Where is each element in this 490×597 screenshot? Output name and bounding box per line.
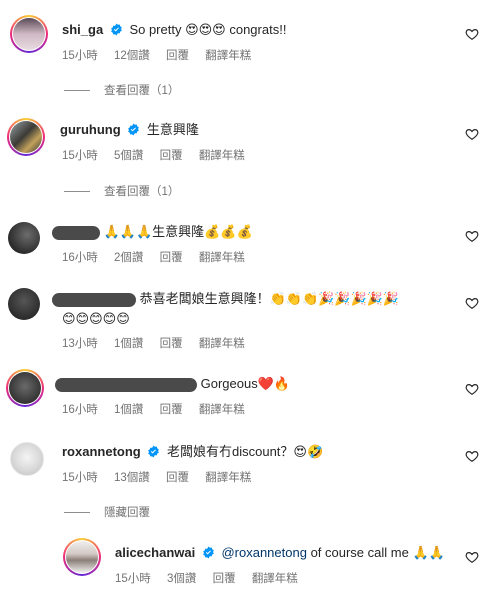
comment-redacted-2: 恭喜老闆娘生意興隆！👏👏👏🎉🎉🎉🎉🎉 😊😊😊😊😊 13小時 1個讚 回覆 翻譯年… (0, 280, 490, 355)
like-heart-icon[interactable] (465, 449, 479, 463)
avatar[interactable] (10, 121, 42, 153)
comment-text: Gorgeous❤️🔥 (200, 376, 291, 391)
reply-button[interactable]: 回覆 (160, 150, 183, 162)
reply-button[interactable]: 回覆 (160, 404, 183, 416)
comment-likes[interactable]: 3個讚 (167, 573, 196, 585)
translate-button[interactable]: 翻譯年糕 (252, 573, 298, 585)
verified-badge-icon (111, 23, 122, 36)
avatar[interactable] (66, 541, 98, 573)
story-ring[interactable] (10, 15, 48, 53)
reply-button[interactable]: 回覆 (166, 472, 189, 484)
like-heart-icon[interactable] (465, 296, 479, 310)
like-heart-icon[interactable] (465, 382, 479, 396)
comment-time[interactable]: 15小時 (115, 573, 151, 585)
avatar[interactable] (10, 442, 44, 476)
redacted-username (52, 292, 136, 307)
like-heart-icon[interactable] (465, 127, 479, 141)
comment-username[interactable]: guruhung (60, 122, 121, 137)
translate-button[interactable]: 翻譯年糕 (205, 472, 251, 484)
comment-shi-ga: shi_ga So pretty 😍😍😍 congrats!! 15小時 12個… (0, 0, 490, 97)
comment-likes[interactable]: 1個讚 (114, 404, 143, 416)
translate-button[interactable]: 翻譯年糕 (199, 252, 245, 264)
comment-likes[interactable]: 12個讚 (114, 50, 150, 62)
story-ring[interactable] (6, 369, 44, 407)
story-ring[interactable] (7, 118, 45, 156)
hide-replies-button[interactable]: 隱藏回覆 (64, 504, 150, 520)
view-replies-button[interactable]: 查看回覆（1） (64, 82, 179, 98)
translate-button[interactable]: 翻譯年糕 (199, 404, 245, 416)
comment-time[interactable]: 16小時 (62, 252, 98, 264)
comment-time[interactable]: 15小時 (62, 472, 98, 484)
comment-text: 🙏🙏🙏生意興隆💰💰💰 (103, 224, 253, 239)
comment-text: 生意興隆 (146, 122, 199, 137)
reply-button[interactable]: 回覆 (160, 338, 183, 350)
avatar[interactable] (8, 222, 40, 254)
avatar[interactable] (13, 18, 45, 50)
avatar[interactable] (8, 288, 40, 320)
comment-likes[interactable]: 2個讚 (114, 252, 143, 264)
comment-likes[interactable]: 5個讚 (114, 150, 143, 162)
reply-button[interactable]: 回覆 (160, 252, 183, 264)
translate-button[interactable]: 翻譯年糕 (199, 150, 245, 162)
comment-likes[interactable]: 1個讚 (114, 338, 143, 350)
like-heart-icon[interactable] (465, 27, 479, 41)
comment-time[interactable]: 15小時 (62, 150, 98, 162)
comment-time[interactable]: 15小時 (62, 50, 98, 62)
verified-badge-icon (148, 445, 160, 458)
redacted-username (55, 377, 197, 392)
like-heart-icon[interactable] (465, 229, 479, 243)
comment-text: of course call me 🙏🙏 (306, 545, 445, 560)
comment-username[interactable]: alicechanwai (115, 545, 195, 560)
comment-time[interactable]: 13小時 (62, 338, 98, 350)
view-replies-button[interactable]: 查看回覆（1） (64, 183, 179, 199)
story-ring[interactable] (63, 538, 101, 576)
like-heart-icon[interactable] (465, 550, 479, 564)
reply-button[interactable]: 回覆 (166, 50, 189, 62)
comment-time[interactable]: 16小時 (62, 404, 98, 416)
reply-button[interactable]: 回覆 (213, 573, 236, 585)
reply-alicechanwai: alicechanwai @roxannetong of course call… (0, 532, 490, 597)
comment-redacted-1: 🙏🙏🙏生意興隆💰💰💰 16小時 2個讚 回覆 翻譯年糕 (0, 212, 490, 272)
comment-guruhung: guruhung 生意興隆 15小時 5個讚 回覆 翻譯年糕 查看回覆（1） (0, 108, 490, 200)
comment-username[interactable]: roxannetong (62, 444, 141, 459)
comment-likes[interactable]: 13個讚 (114, 472, 150, 484)
comment-text: 老闆娘有冇discount？😍🤣 (166, 444, 324, 459)
comment-username[interactable]: shi_ga (62, 22, 103, 37)
translate-button[interactable]: 翻譯年糕 (199, 338, 245, 350)
avatar[interactable] (9, 372, 41, 404)
comment-text-continued: 😊😊😊😊😊 (62, 311, 130, 326)
comment-text: So pretty 😍😍😍 congrats!! (129, 22, 287, 37)
comment-text: 恭喜老闆娘生意興隆！👏👏👏🎉🎉🎉🎉🎉 (139, 291, 400, 306)
comment-roxannetong: roxannetong 老闆娘有冇discount？😍🤣 15小時 13個讚 回… (0, 434, 490, 524)
comment-redacted-3: Gorgeous❤️🔥 16小時 1個讚 回覆 翻譯年糕 (0, 362, 490, 422)
translate-button[interactable]: 翻譯年糕 (205, 50, 251, 62)
redacted-username (52, 225, 100, 240)
mention-link[interactable]: @roxannetong (221, 545, 306, 560)
verified-badge-icon (128, 123, 140, 136)
verified-badge-icon (203, 546, 214, 559)
